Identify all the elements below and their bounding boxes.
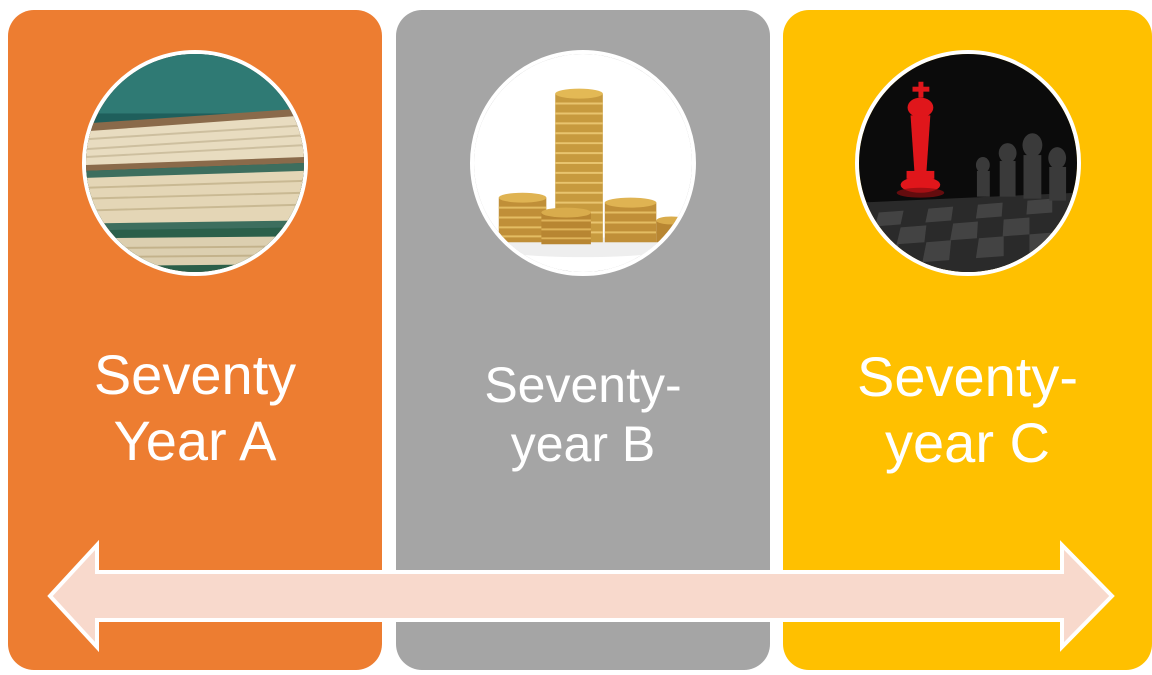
stage-panel-b: Seventy- year B xyxy=(396,10,770,670)
stage-panel-a: Seventy Year A xyxy=(8,10,382,670)
stage-panel-c: Seventy- year C xyxy=(783,10,1152,670)
stage-label-c: Seventy- year C xyxy=(783,344,1152,476)
coin-stacks-image xyxy=(470,50,696,276)
stage-label-c-line2: year C xyxy=(885,411,1050,475)
stage-label-b: Seventy- year B xyxy=(396,356,770,474)
stage-label-b-line2: year B xyxy=(510,416,656,472)
books-stack-image xyxy=(82,50,308,276)
timeline-diagram: Seventy Year A Seventy- year B Seventy- … xyxy=(0,0,1152,675)
stage-label-a-line1: Seventy xyxy=(93,343,297,406)
stage-label-c-line1: Seventy- xyxy=(857,345,1078,408)
stage-label-a-line2: Year A xyxy=(113,409,277,473)
chess-king-image xyxy=(855,50,1081,276)
stage-label-a: Seventy Year A xyxy=(8,342,382,474)
stage-label-b-line1: Seventy- xyxy=(484,357,682,413)
